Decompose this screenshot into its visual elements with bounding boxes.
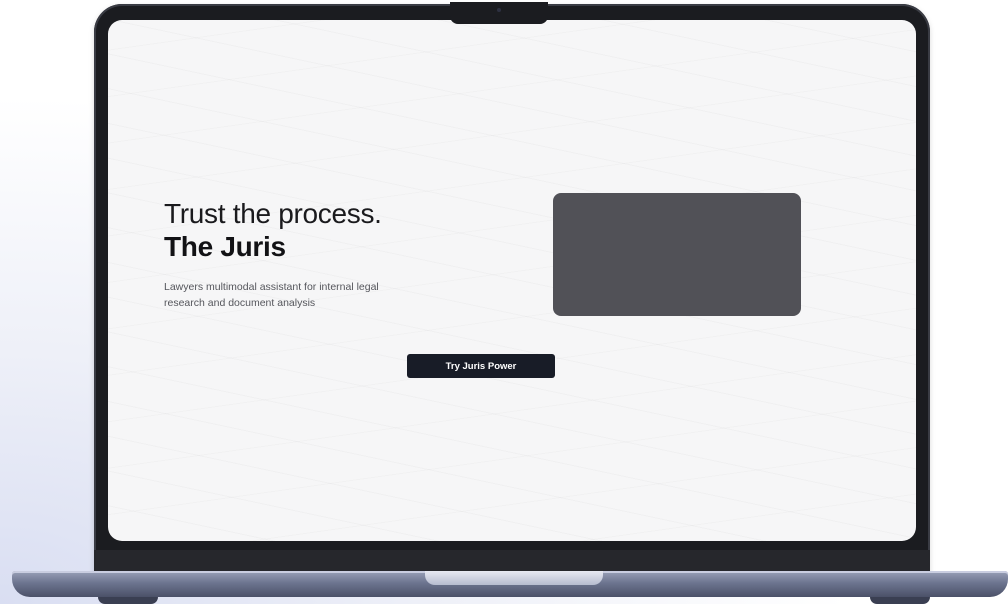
laptop-lid: Trust the process. The Juris Lawyers mul… — [94, 2, 930, 574]
camera-notch — [450, 2, 548, 24]
media-placeholder — [553, 193, 801, 316]
hero-title-line2: The Juris — [164, 231, 286, 262]
laptop-foot-right — [870, 597, 930, 604]
try-juris-power-button[interactable]: Try Juris Power — [407, 354, 555, 378]
laptop-foot-left — [98, 597, 158, 604]
hero-description: Lawyers multimodal assistant for interna… — [164, 281, 379, 309]
laptop-screen: Trust the process. The Juris Lawyers mul… — [108, 20, 916, 541]
lid-opening-groove — [425, 571, 603, 585]
camera-icon — [497, 8, 501, 12]
laptop-base — [12, 571, 1008, 597]
hero-title-line1: Trust the process. — [164, 198, 382, 229]
